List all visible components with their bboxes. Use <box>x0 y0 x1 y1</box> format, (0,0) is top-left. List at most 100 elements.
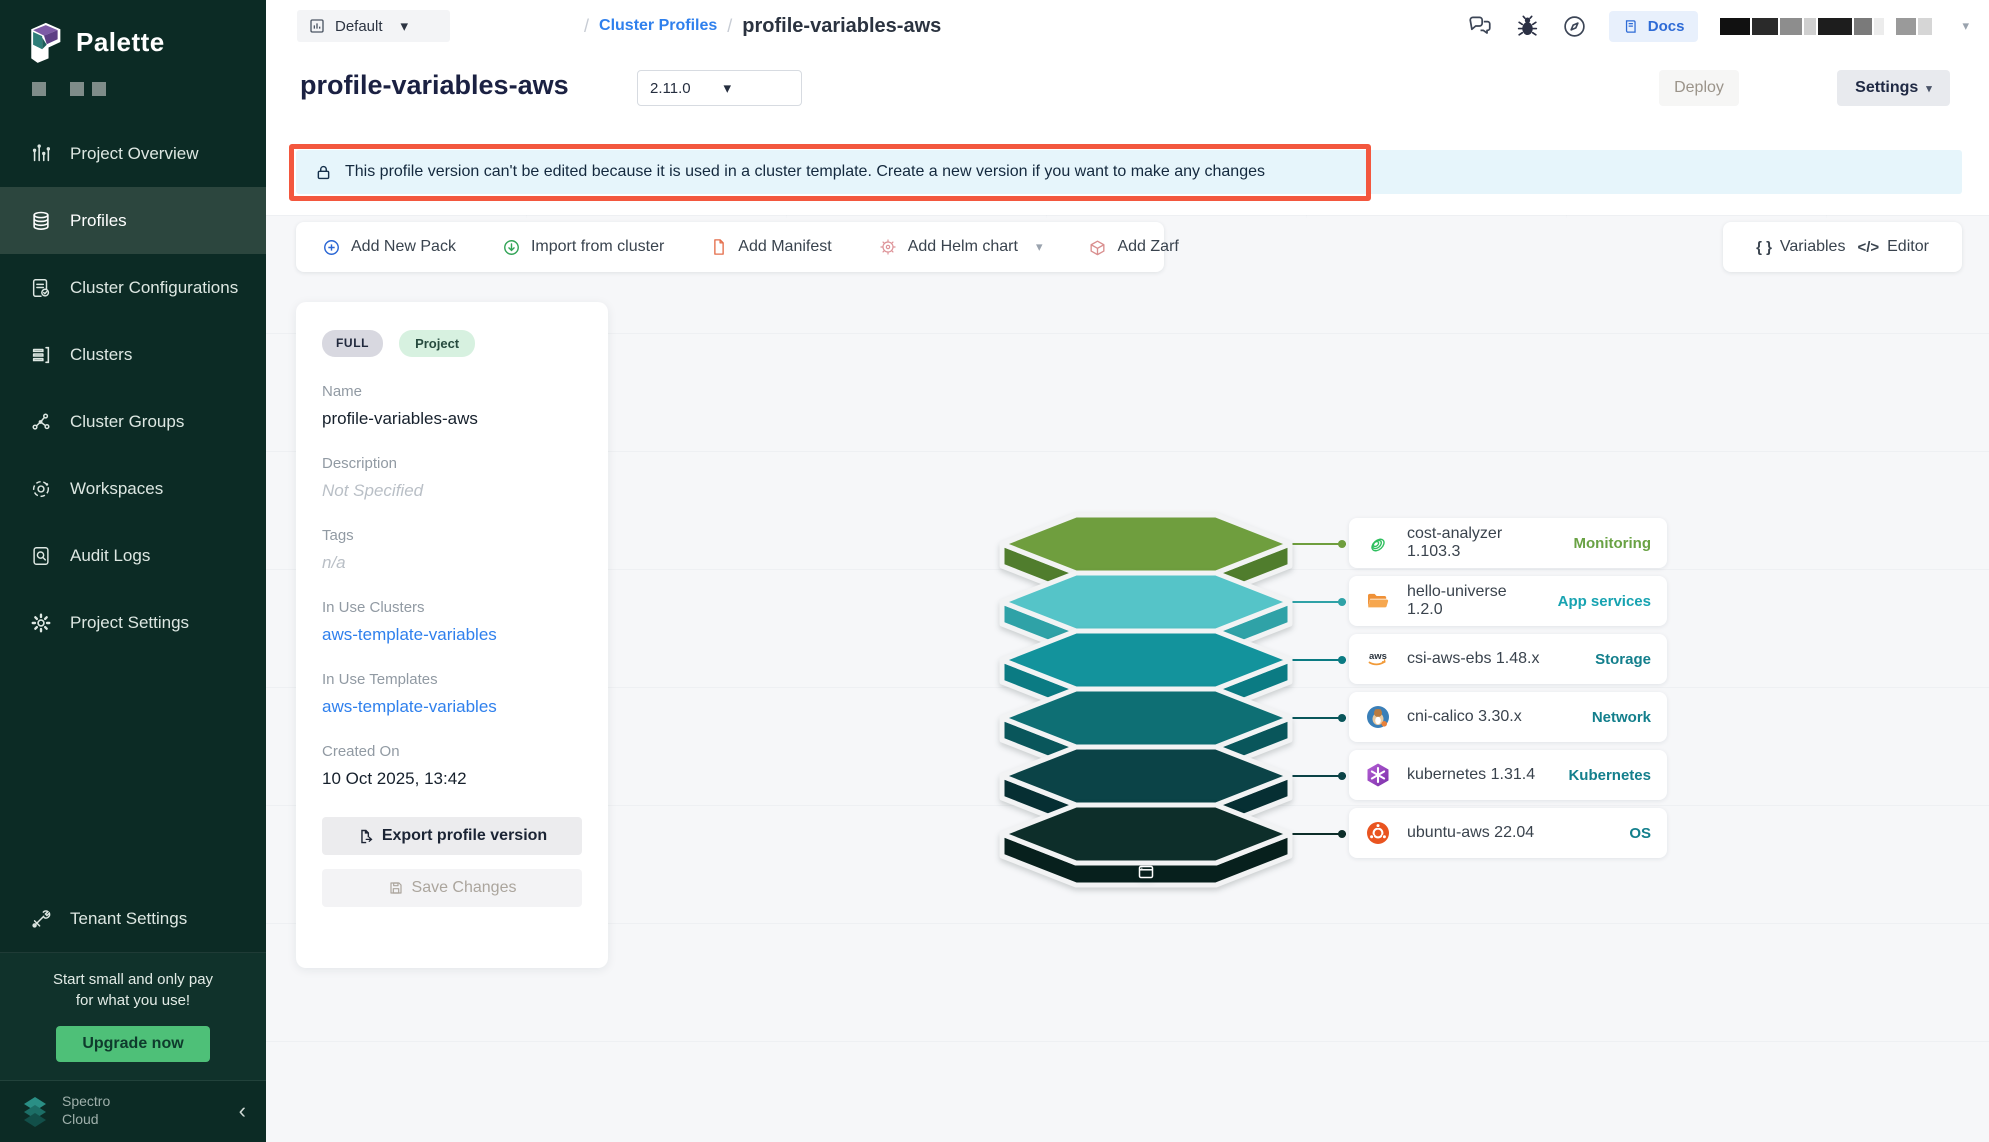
upgrade-now-button[interactable]: Upgrade now <box>56 1026 209 1062</box>
project-chart-icon <box>309 18 325 34</box>
sidebar-item-project-overview[interactable]: Project Overview <box>0 120 266 187</box>
pack-card-cost-analyzer[interactable]: cost-analyzer 1.103.3 Monitoring <box>1349 518 1667 568</box>
profile-scope-badge: Project <box>399 330 475 357</box>
pack-card-csi-aws-ebs[interactable]: aws csi-aws-ebs 1.48.x Storage <box>1349 634 1667 684</box>
upgrade-banner: Start small and only pay for what you us… <box>0 953 266 1082</box>
pack-card-ubuntu-aws[interactable]: ubuntu-aws 22.04 OS <box>1349 808 1667 858</box>
in-use-template-link[interactable]: aws-template-variables <box>322 697 582 717</box>
editor-button[interactable]: </> Editor <box>1857 238 1928 256</box>
brand-name: Palette <box>76 27 165 58</box>
code-icon: </> <box>1857 239 1879 256</box>
palette-logo: Palette <box>0 0 266 64</box>
redaction-block <box>1818 18 1852 35</box>
sidebar-item-label: Cluster Groups <box>70 412 184 432</box>
docs-button[interactable]: Docs <box>1609 11 1699 42</box>
compass-icon[interactable] <box>1562 14 1587 39</box>
breadcrumb-link-cluster-profiles[interactable]: Cluster Profiles <box>599 17 717 35</box>
banner-text: This profile version can't be edited bec… <box>345 163 1265 181</box>
sidebar-item-cluster-groups[interactable]: Cluster Groups <box>0 388 266 455</box>
field-value: profile-variables-aws <box>322 409 582 429</box>
sidebar-item-tenant-settings[interactable]: Tenant Settings <box>0 886 266 953</box>
settings-button[interactable]: Settings ▾ <box>1837 70 1950 106</box>
import-arrow-icon <box>502 238 521 257</box>
deploy-button[interactable]: Deploy <box>1659 70 1739 106</box>
kubecost-icon <box>1365 530 1391 556</box>
field-value: n/a <box>322 553 582 573</box>
sidebar-item-profiles[interactable]: Profiles <box>0 187 266 254</box>
redaction-block <box>1780 18 1802 35</box>
field-label: Created On <box>322 743 582 760</box>
project-selector[interactable]: Default ▾ <box>297 10 450 42</box>
sidebar-item-workspaces[interactable]: Workspaces <box>0 455 266 522</box>
pack-card-cni-calico[interactable]: cni-calico 3.30.x Network <box>1349 692 1667 742</box>
version-select[interactable]: 2.11.0 ▾ <box>637 70 802 106</box>
sidebar-item-audit-logs[interactable]: Audit Logs <box>0 522 266 589</box>
bug-report-icon[interactable] <box>1515 14 1540 39</box>
redaction-block <box>32 82 46 96</box>
sidebar-bottom: Tenant Settings Start small and only pay… <box>0 886 266 1142</box>
redaction-block <box>1804 18 1816 35</box>
sidebar-item-project-settings[interactable]: Project Settings <box>0 589 266 656</box>
doc-search-icon <box>30 545 52 567</box>
locked-version-banner: This profile version can't be edited bec… <box>296 150 1962 194</box>
sidebar-item-label: Workspaces <box>70 479 163 499</box>
sidebar-item-label: Project Settings <box>70 613 189 633</box>
sidebar-item-label: Project Overview <box>70 144 198 164</box>
book-icon <box>1623 18 1640 35</box>
save-changes-button[interactable]: Save Changes <box>322 869 582 907</box>
breadcrumb-current: profile-variables-aws <box>742 15 941 38</box>
sidebar-item-label: Cluster Configurations <box>70 278 238 298</box>
chat-icon[interactable] <box>1467 13 1493 39</box>
pack-category: Network <box>1592 709 1651 726</box>
export-profile-version-button[interactable]: Export profile version <box>322 817 582 855</box>
in-use-cluster-link[interactable]: aws-template-variables <box>322 625 582 645</box>
import-from-cluster-button[interactable]: Import from cluster <box>502 238 664 257</box>
tenant-settings-label: Tenant Settings <box>70 909 187 929</box>
profile-badges: FULL Project <box>322 330 582 357</box>
zarf-package-icon <box>1088 238 1107 257</box>
sidebar-item-label: Profiles <box>70 211 127 231</box>
add-new-pack-button[interactable]: Add New Pack <box>322 238 456 257</box>
sidebar-item-clusters[interactable]: Clusters <box>0 321 266 388</box>
chevron-down-icon: ▾ <box>1926 82 1932 95</box>
field-description: Description Not Specified <box>322 455 582 501</box>
add-manifest-button[interactable]: Add Manifest <box>710 238 831 256</box>
palette-logo-icon <box>24 20 64 64</box>
toolbar-item-label: Add Manifest <box>738 238 831 256</box>
field-created-on: Created On 10 Oct 2025, 13:42 <box>322 743 582 789</box>
toolbar-item-label: Add Zarf <box>1117 238 1178 256</box>
collapse-sidebar-icon[interactable]: ‹ <box>239 1098 246 1124</box>
footer-brand-line1: Spectro <box>62 1093 110 1111</box>
pack-card-hello-universe[interactable]: hello-universe 1.2.0 App services <box>1349 576 1667 626</box>
toolbar-item-label: Import from cluster <box>531 238 664 256</box>
chevron-down-icon: ▾ <box>724 79 790 97</box>
sidebar-item-cluster-configurations[interactable]: Cluster Configurations <box>0 254 266 321</box>
chevron-down-icon: ▾ <box>401 17 438 35</box>
variables-button[interactable]: { } Variables <box>1756 238 1845 256</box>
redaction-block <box>1918 18 1932 35</box>
add-helm-chart-button[interactable]: Add Helm chart ▾ <box>878 237 1043 257</box>
manifest-file-icon <box>710 238 728 256</box>
lock-icon <box>314 163 333 182</box>
sidebar: Palette Project Overview <box>0 0 266 1142</box>
sidebar-item-label: Clusters <box>70 345 132 365</box>
stack-icon <box>30 210 52 232</box>
plus-circle-icon <box>322 238 341 257</box>
breadcrumb-separator: / <box>727 16 732 37</box>
profile-layer-os[interactable] <box>1000 803 1292 889</box>
pack-category: Storage <box>1595 651 1651 668</box>
pack-card-kubernetes[interactable]: kubernetes 1.31.4 Kubernetes <box>1349 750 1667 800</box>
project-selector-value: Default <box>335 18 383 35</box>
export-button-label: Export profile version <box>382 827 547 845</box>
connector-dot <box>1338 598 1346 606</box>
ubuntu-icon <box>1365 820 1391 846</box>
redaction-block <box>1854 18 1872 35</box>
pack-category: App services <box>1558 593 1651 610</box>
settings-label: Settings <box>1855 79 1918 97</box>
aws-icon: aws <box>1365 646 1391 672</box>
redaction-block <box>1874 18 1884 35</box>
orbit-icon <box>30 478 52 500</box>
pack-name: cni-calico 3.30.x <box>1407 708 1576 726</box>
user-menu-chevron-icon[interactable]: ▾ <box>1962 18 1969 34</box>
add-zarf-button[interactable]: Add Zarf <box>1088 238 1178 257</box>
